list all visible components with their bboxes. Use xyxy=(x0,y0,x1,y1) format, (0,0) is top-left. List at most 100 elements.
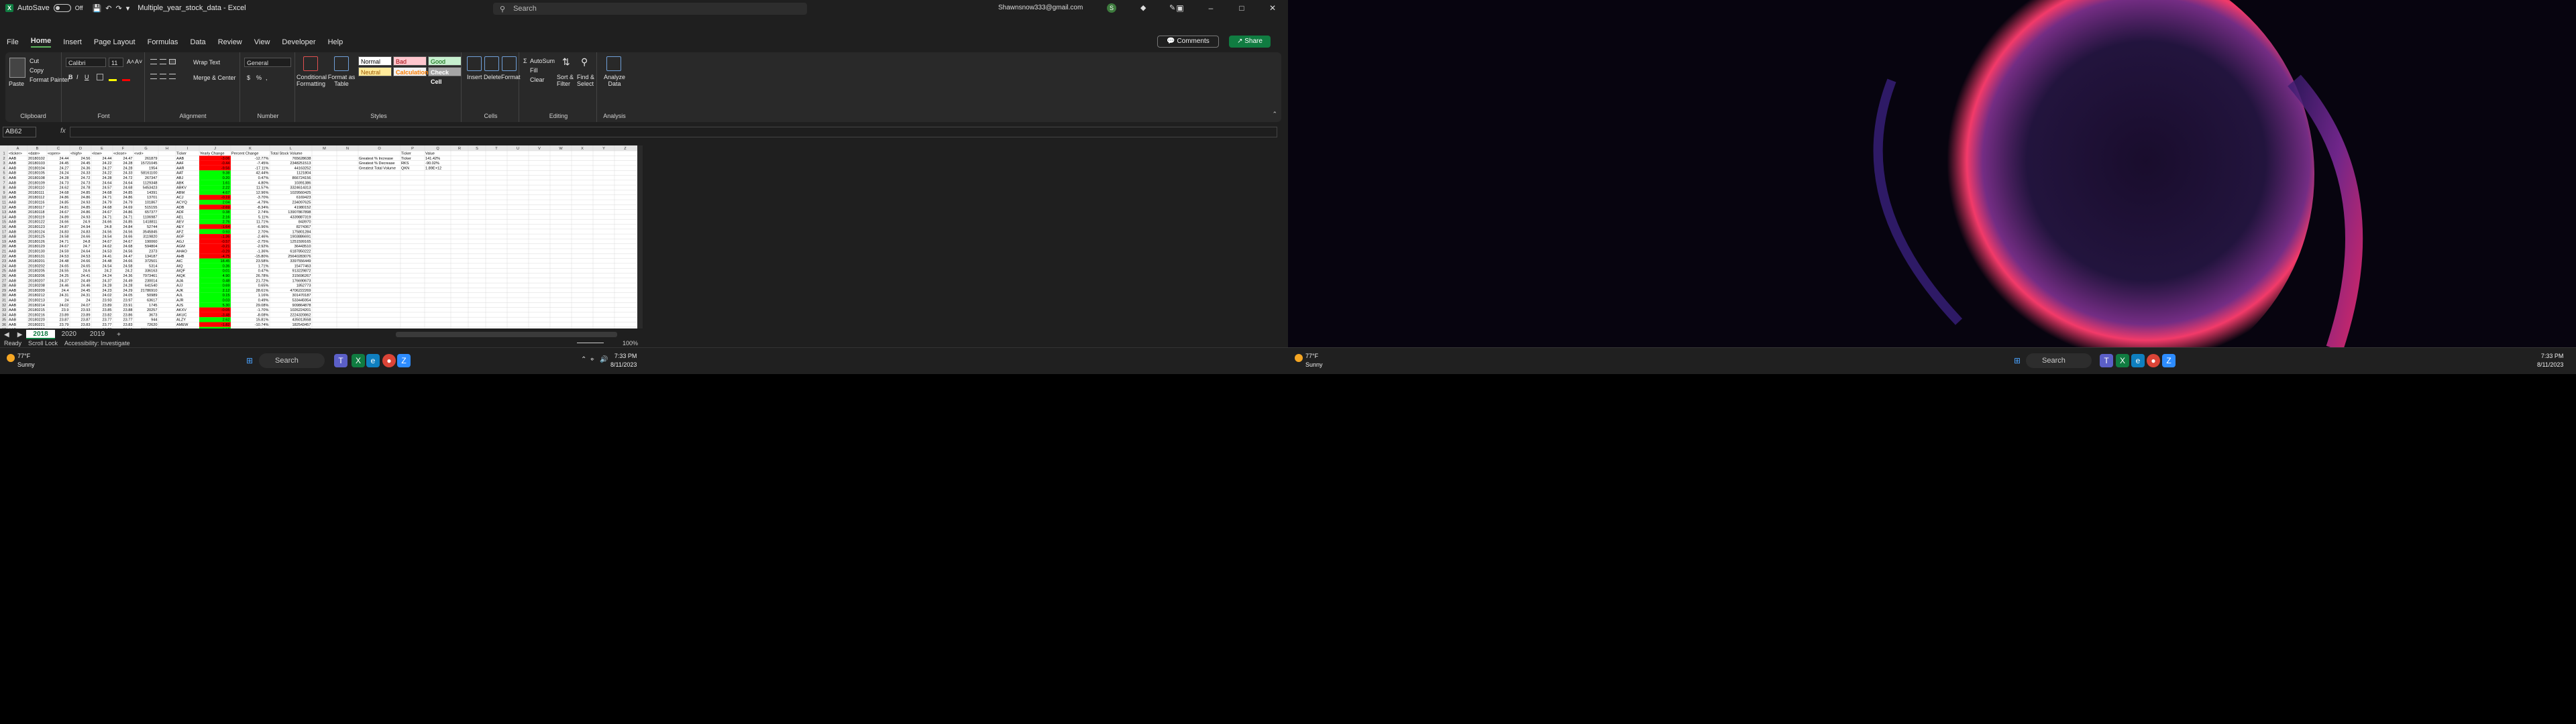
close-icon[interactable]: ✕ xyxy=(1257,0,1288,16)
horizontal-scrollbar[interactable] xyxy=(396,332,617,337)
save-icon[interactable]: 💾 xyxy=(93,4,102,13)
middle-align-icon[interactable] xyxy=(160,59,166,64)
paste-icon[interactable] xyxy=(9,58,25,78)
chrome-icon[interactable]: ● xyxy=(382,354,396,367)
font-name-select[interactable]: Calibri xyxy=(66,58,106,67)
excel-taskbar-icon-2[interactable]: X xyxy=(2116,354,2129,367)
menu-data[interactable]: Data xyxy=(190,38,205,46)
fill-button[interactable]: Fill xyxy=(530,67,538,74)
sheet-tab-2019[interactable]: 2019 xyxy=(83,330,111,339)
tray-up-icon[interactable]: ⌃ xyxy=(581,356,586,363)
delete-cells-icon[interactable] xyxy=(484,56,499,71)
diamond-icon[interactable]: ◆ xyxy=(1140,3,1146,12)
weather-widget[interactable]: 77°F Sunny xyxy=(17,352,35,369)
font-size-select[interactable]: 11 xyxy=(109,58,123,67)
style-normal[interactable]: Normal xyxy=(358,56,392,66)
chrome-icon-2[interactable]: ● xyxy=(2147,354,2160,367)
menu-developer[interactable]: Developer xyxy=(282,38,315,46)
insert-button[interactable]: Insert xyxy=(467,74,482,80)
menu-view[interactable]: View xyxy=(254,38,270,46)
edge-icon-2[interactable]: e xyxy=(2131,354,2145,367)
fill-color-icon[interactable] xyxy=(109,79,117,81)
search-box[interactable]: ⚲ Search xyxy=(493,3,807,15)
next-sheet-icon[interactable]: ▶ xyxy=(13,331,27,339)
maximize-icon[interactable]: □ xyxy=(1226,0,1257,16)
account-email[interactable]: Shawnsnow333@gmail.com xyxy=(998,4,1083,11)
borders-icon[interactable] xyxy=(97,74,103,80)
grid-canvas[interactable]: A B C D E F G H I J K L M N O P Q R S T U V W X Y Z12345678910111… xyxy=(0,145,637,328)
start-icon[interactable]: ⊞ xyxy=(243,354,256,367)
menu-review[interactable]: Review xyxy=(218,38,242,46)
align-left-icon[interactable] xyxy=(150,74,157,79)
align-center-icon[interactable] xyxy=(160,74,166,79)
taskbar-search-2[interactable]: Search xyxy=(2026,353,2092,368)
clock[interactable]: 7:33 PM 8/11/2023 xyxy=(610,352,637,369)
undo-icon[interactable]: ↶ xyxy=(105,4,111,13)
sort-filter-button[interactable]: Sort & Filter xyxy=(557,74,576,87)
teams-icon[interactable]: T xyxy=(334,354,347,367)
delete-button[interactable]: Delete xyxy=(484,74,501,80)
prev-sheet-icon[interactable]: ◀ xyxy=(0,331,13,339)
conditional-formatting-button[interactable]: Conditional Formatting xyxy=(297,74,327,87)
spreadsheet-grid[interactable]: A B C D E F G H I J K L M N O P Q R S T U V W X Y Z 1 2 3 4 5 6 7 8 9 10 11 1… xyxy=(0,145,637,328)
minimize-icon[interactable]: – xyxy=(1195,0,1226,16)
ribbon-collapse-icon[interactable]: ⌃ xyxy=(1272,111,1277,118)
format-cells-icon[interactable] xyxy=(502,56,517,71)
paste-label[interactable]: Paste xyxy=(9,80,24,87)
conditional-formatting-icon[interactable] xyxy=(303,56,318,71)
menu-file[interactable]: File xyxy=(7,38,19,46)
style-calculation[interactable]: Calculation xyxy=(393,67,429,76)
clear-button[interactable]: Clear xyxy=(530,76,545,83)
align-right-icon[interactable] xyxy=(169,74,176,79)
style-bad[interactable]: Bad xyxy=(393,56,427,66)
clock-2[interactable]: 7:33 PM 8/11/2023 xyxy=(2537,352,2563,369)
find-select-button[interactable]: Find & Select xyxy=(577,74,596,87)
autosum-button[interactable]: AutoSum xyxy=(530,58,555,64)
analyze-data-button[interactable]: Analyze Data xyxy=(601,74,628,87)
autosave-toggle[interactable] xyxy=(53,4,71,12)
menu-home[interactable]: Home xyxy=(30,37,52,48)
ribbon-display-icon[interactable]: ▣ xyxy=(1165,0,1195,16)
edge-icon[interactable]: e xyxy=(366,354,380,367)
format-button[interactable]: Format xyxy=(501,74,521,80)
avatar[interactable]: S xyxy=(1107,3,1116,13)
currency-button[interactable]: $ xyxy=(247,74,250,81)
zoom-level[interactable]: 100% xyxy=(623,340,638,347)
taskbar-search[interactable]: Search xyxy=(259,353,325,368)
menu-help[interactable]: Help xyxy=(328,38,343,46)
format-as-table-button[interactable]: Format as Table xyxy=(327,74,356,87)
merge-center-button[interactable]: Merge & Center xyxy=(193,74,236,81)
customize-qat-icon[interactable]: ▾ xyxy=(126,4,130,13)
weather-widget-2[interactable]: 77°F Sunny xyxy=(1305,352,1323,369)
style-good[interactable]: Good xyxy=(428,56,462,66)
zoom-icon-2[interactable]: Z xyxy=(2162,354,2176,367)
zoom-icon[interactable]: Z xyxy=(397,354,411,367)
name-box[interactable]: AB62 xyxy=(3,127,36,137)
format-as-table-icon[interactable] xyxy=(334,56,349,71)
teams-icon-2[interactable]: T xyxy=(2100,354,2113,367)
underline-button[interactable]: U xyxy=(85,74,89,80)
bold-button[interactable]: B xyxy=(68,74,73,80)
start-icon-2[interactable]: ⊞ xyxy=(2010,354,2024,367)
top-align-icon[interactable] xyxy=(150,59,157,64)
bottom-align-icon[interactable] xyxy=(169,59,176,64)
share-button[interactable]: ↗ Share xyxy=(1229,36,1271,48)
add-sheet-icon[interactable]: + xyxy=(111,331,126,339)
style-check-cell[interactable]: Check Cell xyxy=(428,67,462,85)
copy-button[interactable]: Copy xyxy=(30,67,44,74)
style-neutral[interactable]: Neutral xyxy=(358,67,392,76)
comma-button[interactable]: , xyxy=(266,74,268,81)
italic-button[interactable]: I xyxy=(76,74,78,80)
shrink-font-button[interactable]: A˅ xyxy=(135,58,142,65)
formula-input[interactable] xyxy=(70,127,1277,137)
sheet-tab-2018[interactable]: 2018 xyxy=(26,330,55,339)
fx-icon[interactable]: fx xyxy=(60,127,66,135)
accessibility-status[interactable]: Accessibility: Investigate xyxy=(64,340,130,347)
excel-taskbar-icon[interactable]: X xyxy=(352,354,365,367)
font-color-icon[interactable] xyxy=(122,79,130,81)
redo-icon[interactable]: ↷ xyxy=(115,4,121,13)
vertical-scrollbar[interactable] xyxy=(637,145,643,328)
menu-insert[interactable]: Insert xyxy=(63,38,82,46)
number-format-select[interactable]: General xyxy=(244,58,291,67)
cut-button[interactable]: Cut xyxy=(30,58,39,64)
